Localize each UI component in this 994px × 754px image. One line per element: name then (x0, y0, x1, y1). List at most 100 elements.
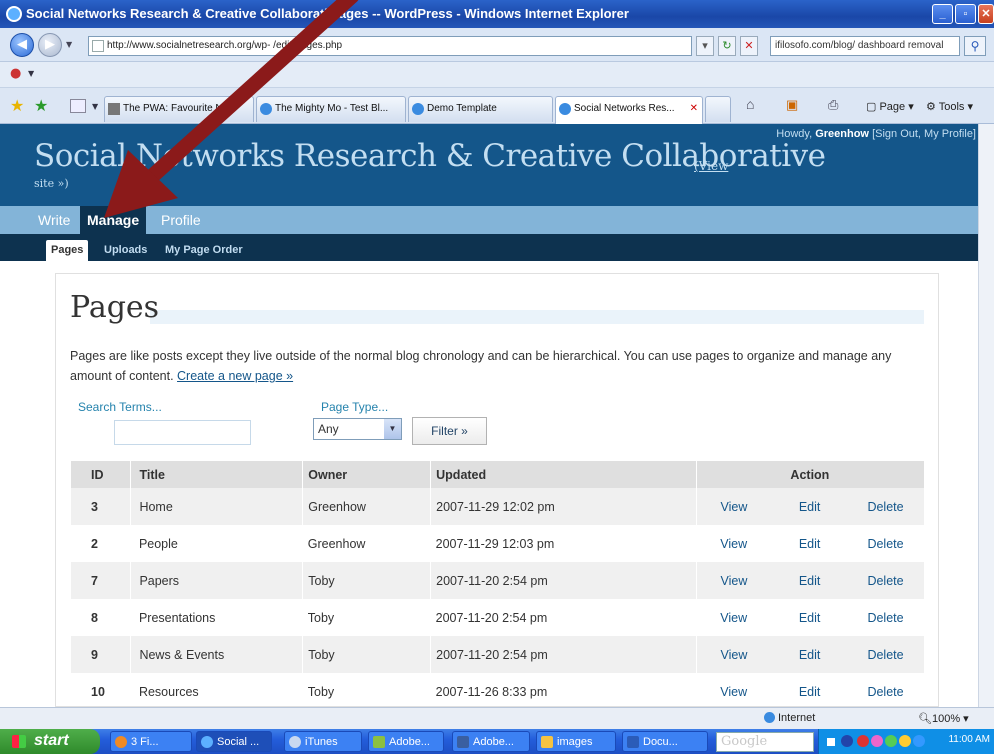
admin-menu: Write Manage Profile (0, 206, 994, 234)
rss-icon[interactable]: ▣ (786, 97, 798, 113)
vertical-scrollbar[interactable] (978, 124, 994, 707)
tray-app-icon[interactable] (899, 735, 911, 747)
delete-link[interactable]: Delete (848, 636, 924, 673)
row-title: Home (130, 488, 303, 525)
taskbar-item-adobe-2[interactable]: Adobe... (452, 731, 530, 752)
wp-header: Social Networks Research & Creative Coll… (0, 124, 994, 206)
tab-demo-template[interactable]: Demo Template (408, 96, 553, 122)
refresh-icon[interactable]: ↻ (718, 36, 736, 56)
history-dropdown-icon[interactable]: ▼ (66, 40, 72, 49)
create-new-page-link[interactable]: Create a new page » (177, 369, 293, 383)
admin-submenu: Pages Uploads My Page Order (0, 234, 994, 261)
tray-app-icon[interactable] (885, 735, 897, 747)
tab-pwa[interactable]: The PWA: Favourite N... (104, 96, 254, 122)
filter-button[interactable]: Filter » (412, 417, 487, 445)
edit-link[interactable]: Edit (772, 636, 849, 673)
delete-link[interactable]: Delete (848, 488, 924, 525)
row-updated: 2007-11-20 2:54 pm (430, 636, 697, 673)
edit-link[interactable]: Edit (772, 525, 848, 562)
view-link[interactable]: View (696, 673, 772, 710)
search-icon[interactable]: ⚲ (964, 36, 986, 56)
taskbar-item-documents[interactable]: Docu... (622, 731, 708, 752)
edit-link[interactable]: Edit (772, 488, 849, 525)
row-id: 3 (71, 488, 131, 525)
minimize-button[interactable]: _ (932, 4, 953, 24)
url-dropdown-button[interactable]: ▾ (696, 36, 714, 56)
favorites-star-icon[interactable]: ★ (10, 96, 24, 115)
security-zone: Internet (764, 712, 815, 724)
adobe-icon (457, 736, 469, 748)
view-link[interactable]: View (695, 636, 773, 673)
view-link[interactable]: View (696, 599, 772, 636)
home-icon[interactable]: ⌂ (746, 96, 754, 112)
submenu-uploads[interactable]: Uploads (99, 240, 152, 261)
row-owner: Greenhow (302, 488, 431, 525)
view-link[interactable]: View (696, 525, 772, 562)
print-icon[interactable]: ⎙ (828, 97, 838, 113)
stop-icon[interactable]: ✕ (740, 36, 758, 56)
search-terms-label: Search Terms... (78, 400, 162, 414)
delete-link[interactable]: Delete (848, 525, 924, 562)
edit-link[interactable]: Edit (772, 599, 848, 636)
user-info: Howdy, Greenhow [Sign Out, My Profile] (776, 128, 976, 140)
menu-manage[interactable]: Manage (80, 206, 147, 234)
view-link[interactable]: View (695, 488, 773, 525)
zoom-level[interactable]: 🔍︎100% ▾ (918, 712, 969, 725)
table-row: 8 Presentations Toby 2007-11-20 2:54 pm … (71, 599, 924, 636)
edit-link[interactable]: Edit (772, 673, 848, 710)
maximize-button[interactable]: ▫ (955, 4, 976, 24)
taskbar-item-ie[interactable]: Social ... (196, 731, 272, 752)
ie-page-icon (559, 103, 571, 115)
quick-tabs-icon[interactable] (70, 99, 86, 113)
submenu-my-page-order[interactable]: My Page Order (160, 240, 248, 261)
url-field[interactable]: http://www.socialnetresearch.org/wp- /ed… (88, 36, 692, 56)
links-toolbar: ● ▼ (0, 62, 994, 88)
back-button[interactable]: ◀ (10, 33, 34, 57)
tray-app-icon[interactable] (871, 735, 883, 747)
delete-link[interactable]: Delete (848, 673, 924, 710)
network-icon[interactable] (827, 738, 835, 746)
browser-search-field[interactable]: ifilosofo.com/blog/ dashboard removal (770, 36, 960, 56)
menu-profile[interactable]: Profile (154, 206, 208, 234)
tray-app-icon[interactable] (857, 735, 869, 747)
delete-link[interactable]: Delete (848, 562, 924, 599)
new-tab-button[interactable] (705, 96, 731, 122)
table-row: 2 People Greenhow 2007-11-29 12:03 pm Vi… (71, 525, 924, 562)
view-site-link[interactable]: (View (694, 159, 728, 173)
edit-link[interactable]: Edit (772, 562, 849, 599)
view-link[interactable]: View (695, 562, 773, 599)
search-terms-input[interactable] (114, 420, 251, 445)
tab-social-networks[interactable]: Social Networks Res... ✕ (555, 96, 703, 124)
add-favorite-icon[interactable]: ★ (34, 96, 48, 115)
taskbar-item-adobe-1[interactable]: Adobe... (368, 731, 444, 752)
menu-write[interactable]: Write (31, 206, 77, 234)
tab-mighty-mo[interactable]: The Mighty Mo - Test Bl... (256, 96, 406, 122)
google-search-box[interactable]: Google (716, 732, 814, 752)
table-row: 7 Papers Toby 2007-11-20 2:54 pm View Ed… (71, 562, 924, 599)
view-site-link-cont[interactable]: site ») (34, 177, 69, 190)
close-tab-icon[interactable]: ✕ (690, 97, 698, 121)
feeds-icon[interactable]: ● (10, 66, 21, 81)
forward-button[interactable]: ▶ (38, 33, 62, 57)
page-type-select[interactable]: Any ▼ (313, 418, 402, 440)
pencil-icon (108, 103, 120, 115)
taskbar-item-images[interactable]: images (536, 731, 616, 752)
tray-app-icon[interactable] (913, 735, 925, 747)
page-title: Pages (70, 290, 160, 325)
tray-app-icon[interactable] (841, 735, 853, 747)
tabs-row: ★ ★ ▼ The PWA: Favourite N... The Mighty… (0, 88, 994, 124)
row-owner: Toby (302, 636, 431, 673)
tab-list-dropdown-icon[interactable]: ▼ (92, 102, 98, 111)
tools-menu[interactable]: ⚙ Tools ▾ (926, 100, 973, 113)
username: Greenhow (815, 128, 869, 140)
user-links[interactable]: [Sign Out, My Profile] (872, 128, 976, 140)
submenu-pages[interactable]: Pages (46, 240, 89, 261)
taskbar-item-itunes[interactable]: iTunes (284, 731, 362, 752)
ie-page-icon (412, 103, 424, 115)
delete-link[interactable]: Delete (848, 599, 924, 636)
page-menu[interactable]: ▢ Page ▾ (866, 100, 914, 113)
start-button[interactable]: start (0, 729, 100, 754)
close-window-button[interactable]: ✕ (978, 4, 994, 24)
taskbar-item-firefox[interactable]: 3 Fi... (110, 731, 192, 752)
feeds-dropdown-icon[interactable]: ▼ (28, 69, 34, 78)
